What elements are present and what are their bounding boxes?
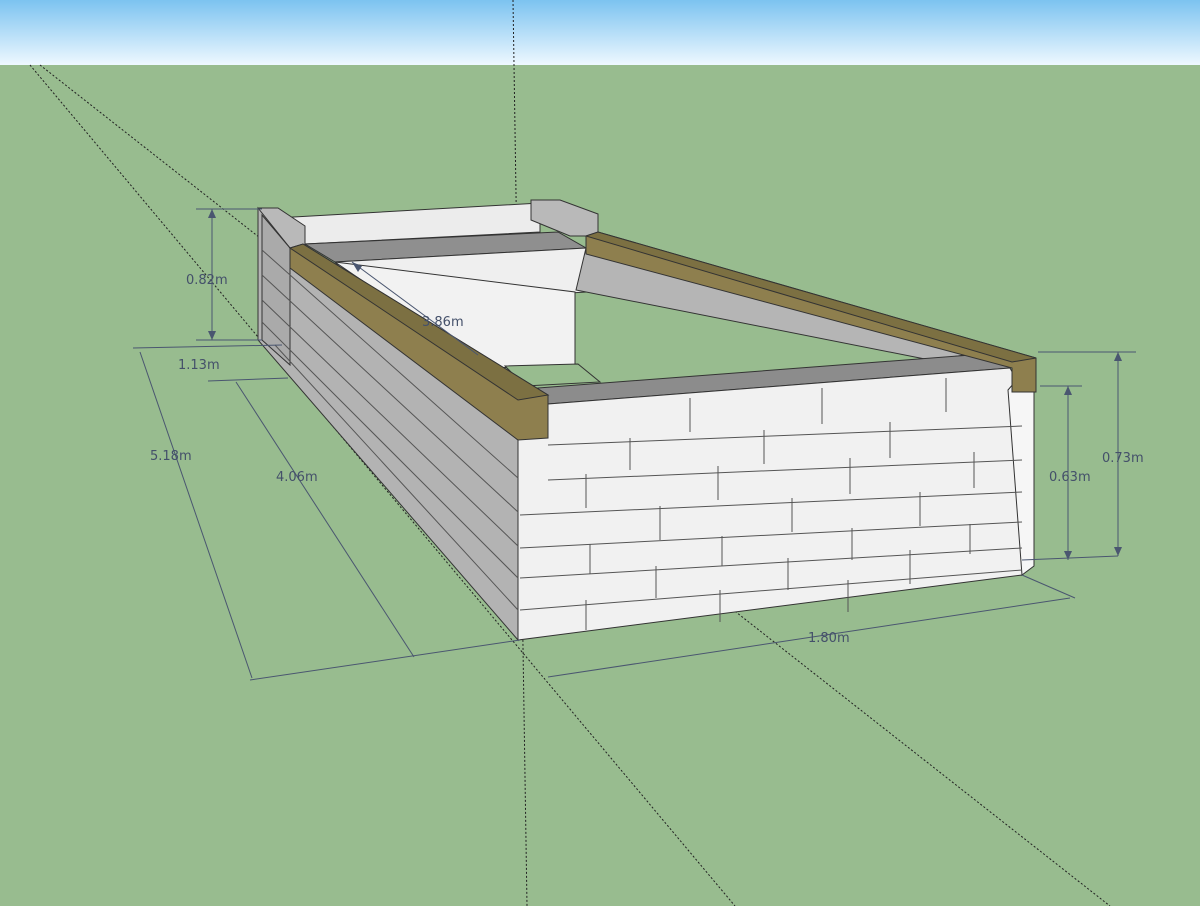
sky — [0, 0, 1200, 65]
dim-overall-length-label: 5.18m — [150, 449, 192, 464]
dim-width-label: 1.80m — [808, 631, 850, 646]
model-viewport[interactable]: 0.82m 1.13m 5.18m 4.06m 3.86m 1.80m 0.63… — [0, 0, 1200, 906]
dim-step-depth-label: 1.13m — [178, 358, 220, 373]
3d-scene[interactable]: 0.82m 1.13m 5.18m 4.06m 3.86m 1.80m 0.63… — [0, 0, 1200, 906]
dim-lower-length-label: 4.06m — [276, 470, 318, 485]
dim-lower-height-label: 0.63m — [1049, 470, 1091, 485]
dim-overall-height-label: 0.82m — [186, 273, 228, 288]
dim-front-height-label: 0.73m — [1102, 451, 1144, 466]
dim-inner-length-label: 3.86m — [422, 315, 464, 330]
